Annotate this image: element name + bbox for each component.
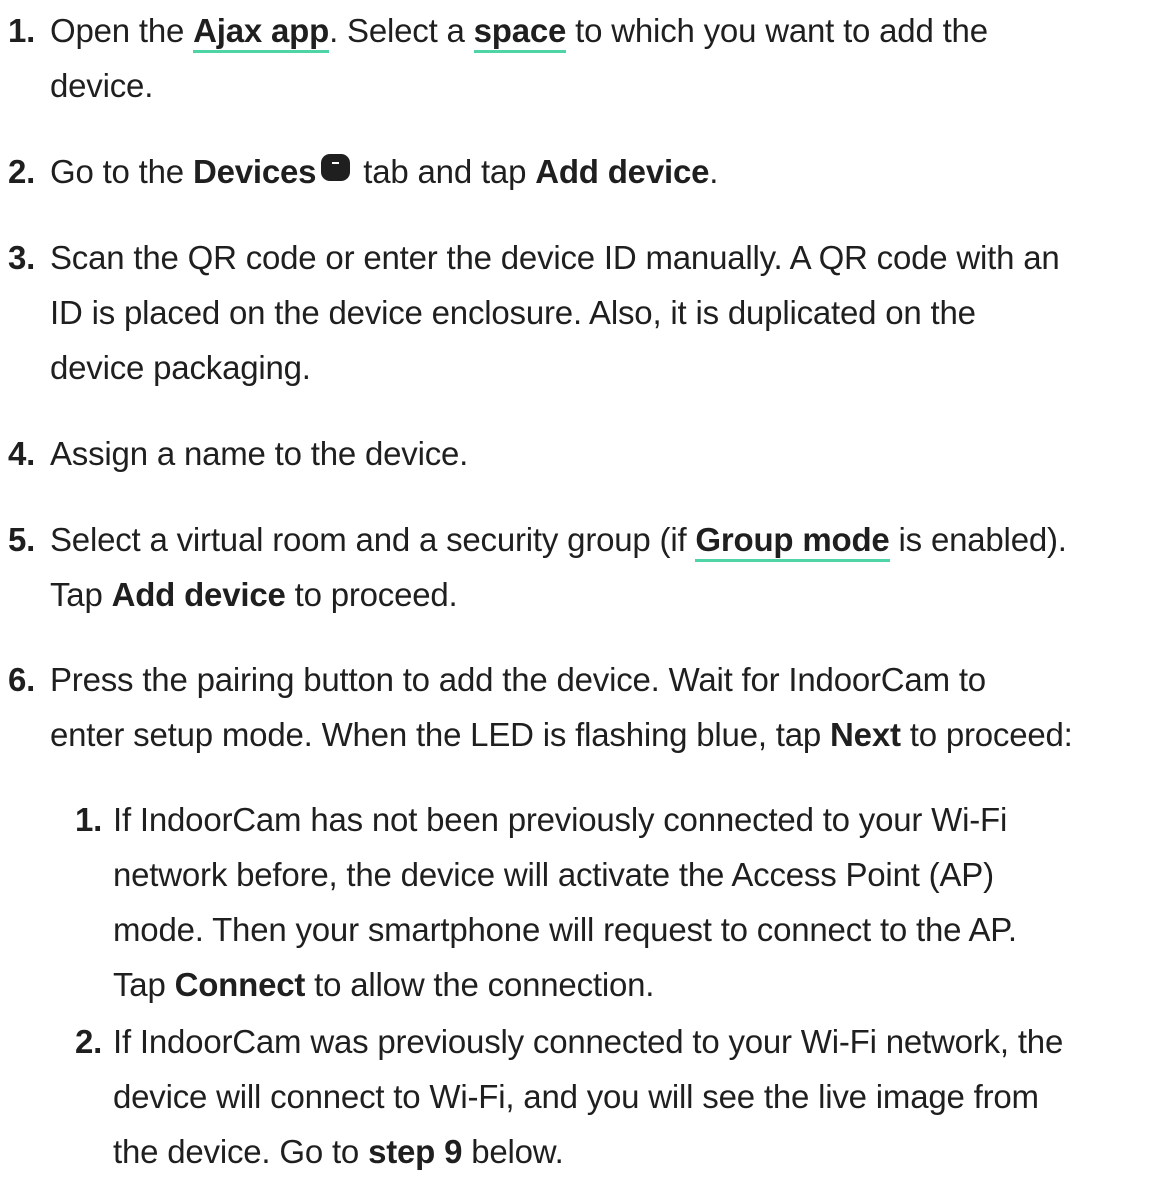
step-text-line: If IndoorCam was previously connected to…: [113, 1023, 1064, 1060]
step-2: 2. Go to the Devices tab and tap Add dev…: [0, 144, 1165, 199]
connect-label: Connect: [174, 966, 306, 1003]
step-text-line: Go to the Devices tab and tap Add device…: [50, 144, 1165, 199]
text-segment: . Select a: [329, 12, 474, 49]
step-6: 6. Press the pairing button to add the d…: [0, 652, 1165, 762]
text-segment: Open the: [50, 12, 194, 49]
text-segment: the device. Go to: [113, 1133, 369, 1170]
text-segment: to which you want to add the: [566, 12, 988, 49]
text-segment: to allow the connection.: [305, 966, 655, 1003]
step-text-line: enter setup mode. When the LED is flashi…: [50, 707, 1165, 762]
add-device-label: Add device: [535, 153, 710, 190]
text-segment: to proceed:: [900, 716, 1073, 753]
step-text-line: device will connect to Wi-Fi, and you wi…: [113, 1078, 1039, 1115]
step-number: 2.: [8, 153, 36, 190]
text-segment: Go to the: [50, 153, 193, 190]
step-9-label: step 9: [368, 1133, 463, 1170]
step-text-line: the device. Go to step 9 below.: [113, 1124, 1165, 1179]
substep-number: 1.: [75, 801, 103, 838]
step-text-line: Assign a name to the device.: [50, 435, 469, 472]
space-link[interactable]: space: [473, 12, 566, 53]
step-text-line: ID is placed on the device enclosure. Al…: [50, 294, 976, 331]
substep-2: 2. If IndoorCam was previously connected…: [0, 1014, 1165, 1179]
step-4: 4. Assign a name to the device.: [0, 426, 1165, 481]
step-number: 6.: [8, 661, 36, 698]
step-1: 1. Open the Ajax app. Select a space to …: [0, 3, 1165, 113]
text-segment: is enabled).: [889, 521, 1067, 558]
step-text-line: device packaging.: [50, 349, 311, 386]
step-text-line: mode. Then your smartphone will request …: [113, 911, 1017, 948]
group-mode-link[interactable]: Group mode: [695, 521, 890, 562]
step-text-line: Press the pairing button to add the devi…: [50, 661, 986, 698]
devices-tab-icon: [321, 154, 351, 181]
step-text-line: network before, the device will activate…: [113, 856, 994, 893]
step-5: 5. Select a virtual room and a security …: [0, 512, 1165, 622]
devices-label: Devices: [192, 153, 317, 190]
ajax-app-link[interactable]: Ajax app: [193, 12, 329, 53]
step-number: 5.: [8, 521, 36, 558]
text-segment: to proceed.: [285, 576, 458, 613]
text-segment: Tap: [113, 966, 175, 1003]
step-text-line: Tap Add device to proceed.: [50, 567, 1165, 622]
step-text-line: Open the Ajax app. Select a space to whi…: [50, 3, 1165, 58]
step-text-line: Tap Connect to allow the connection.: [113, 957, 1165, 1012]
step-number: 4.: [8, 435, 36, 472]
next-label: Next: [830, 716, 901, 753]
substep-number: 2.: [75, 1023, 103, 1060]
substep-1: 1. If IndoorCam has not been previously …: [0, 792, 1165, 1012]
step-text-line: device.: [50, 67, 154, 104]
text-segment: Select a virtual room and a security gro…: [50, 521, 696, 558]
step-text-line: Select a virtual room and a security gro…: [50, 512, 1165, 567]
text-segment: tab and tap: [354, 153, 536, 190]
instructions-document: 1. Open the Ajax app. Select a space to …: [0, 0, 1165, 1189]
text-segment: .: [709, 153, 719, 190]
step-3: 3. Scan the QR code or enter the device …: [0, 230, 1165, 395]
text-segment: below.: [462, 1133, 564, 1170]
add-device-label: Add device: [111, 576, 286, 613]
step-number: 3.: [8, 239, 36, 276]
step-number: 1.: [8, 12, 36, 49]
text-segment: enter setup mode. When the LED is flashi…: [50, 716, 831, 753]
step-text-line: If IndoorCam has not been previously con…: [113, 801, 1008, 838]
step-text-line: Scan the QR code or enter the device ID …: [50, 239, 1060, 276]
text-segment: Tap: [50, 576, 112, 613]
